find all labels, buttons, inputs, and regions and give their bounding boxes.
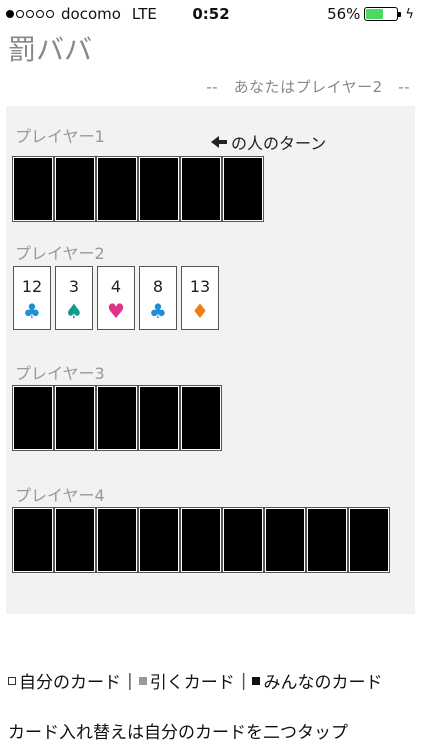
legend-all-cards: みんなのカード bbox=[263, 673, 383, 693]
own-card[interactable]: 4 ♥ bbox=[97, 266, 135, 330]
legend-own-cards: 自分のカード bbox=[19, 673, 121, 693]
card-suit-icon: ♥ bbox=[107, 299, 125, 323]
player-3-hand bbox=[12, 385, 223, 451]
status-bar: docomo LTE 0:52 56% ϟ bbox=[0, 0, 422, 26]
face-down-card[interactable] bbox=[54, 507, 96, 573]
face-down-card[interactable] bbox=[222, 507, 264, 573]
card-rank: 4 bbox=[110, 277, 122, 296]
face-down-card[interactable] bbox=[180, 507, 222, 573]
all-cards-marker-icon bbox=[252, 676, 261, 685]
swap-hint: カード入れ替えは自分のカードを二つタップ bbox=[8, 723, 348, 743]
charging-bolt-icon: ϟ bbox=[405, 6, 414, 22]
app-title: 罰ババ bbox=[8, 33, 93, 66]
player-3-label: プレイヤー3 bbox=[15, 364, 105, 383]
player-4-hand bbox=[12, 507, 391, 573]
face-down-card[interactable] bbox=[138, 156, 180, 222]
turn-text: の人のターン bbox=[231, 134, 327, 153]
face-down-card[interactable] bbox=[348, 507, 390, 573]
card-suit-icon: ♠ bbox=[65, 299, 83, 323]
player-2-label: プレイヤー2 bbox=[15, 244, 105, 263]
turn-indicator: の人のターン bbox=[211, 130, 326, 154]
face-down-card[interactable] bbox=[222, 156, 264, 222]
face-down-card[interactable] bbox=[12, 507, 54, 573]
card-suit-icon: ♣ bbox=[149, 299, 167, 323]
face-down-card[interactable] bbox=[96, 385, 138, 451]
face-down-card[interactable] bbox=[54, 385, 96, 451]
own-card[interactable]: 12 ♣ bbox=[13, 266, 51, 330]
face-down-card[interactable] bbox=[12, 156, 54, 222]
legend-separator: | bbox=[240, 670, 247, 691]
player-1-label: プレイヤー1 bbox=[15, 127, 105, 146]
game-board: プレイヤー1 の人のターン プレイヤー2 12 ♣ 3 ♠ 4 ♥ 8 ♣ 13 ♦ プレイヤー3… bbox=[6, 106, 415, 614]
battery-fill bbox=[366, 9, 384, 19]
card-suit-icon: ♦ bbox=[191, 299, 209, 323]
current-player-banner: -- あなたはプレイヤー2 -- bbox=[206, 78, 410, 96]
draw-card-marker-icon bbox=[138, 676, 147, 685]
legend-separator: | bbox=[127, 670, 133, 691]
arrow-left-icon bbox=[211, 136, 227, 148]
face-down-card[interactable] bbox=[12, 385, 54, 451]
battery-info: 56% ϟ bbox=[327, 5, 414, 23]
card-rank: 3 bbox=[68, 277, 80, 296]
face-down-card[interactable] bbox=[138, 385, 180, 451]
card-rank: 8 bbox=[152, 277, 164, 296]
own-card-marker-icon bbox=[8, 676, 16, 685]
player-4-label: プレイヤー4 bbox=[15, 486, 105, 505]
battery-icon bbox=[364, 7, 402, 21]
player-2-hand: 12 ♣ 3 ♠ 4 ♥ 8 ♣ 13 ♦ bbox=[13, 266, 223, 330]
legend-draw-card: 引くカード bbox=[149, 673, 235, 693]
battery-percent: 56% bbox=[327, 5, 361, 23]
card-rank: 12 bbox=[21, 277, 43, 296]
card-suit-icon: ♣ bbox=[23, 299, 41, 323]
card-rank: 13 bbox=[189, 277, 211, 296]
card-legend: 自分のカード | 引くカード | みんなのカード bbox=[8, 668, 382, 693]
face-down-card[interactable] bbox=[138, 507, 180, 573]
face-down-card[interactable] bbox=[264, 507, 306, 573]
face-down-card[interactable] bbox=[180, 385, 222, 451]
face-down-card[interactable] bbox=[54, 156, 96, 222]
player-1-hand bbox=[12, 156, 265, 222]
face-down-card[interactable] bbox=[306, 507, 348, 573]
own-card[interactable]: 13 ♦ bbox=[181, 266, 219, 330]
face-down-card[interactable] bbox=[96, 507, 138, 573]
own-card[interactable]: 8 ♣ bbox=[139, 266, 177, 330]
face-down-card[interactable] bbox=[96, 156, 138, 222]
face-down-card[interactable] bbox=[180, 156, 222, 222]
own-card[interactable]: 3 ♠ bbox=[55, 266, 93, 330]
